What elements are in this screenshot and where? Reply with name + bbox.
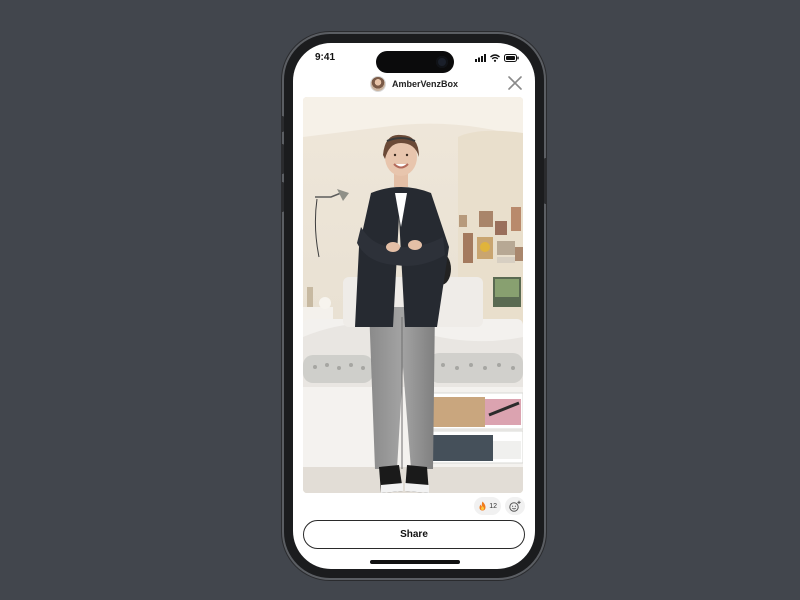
close-icon: [508, 76, 522, 90]
phone-screen: 9:41 AmberVenzBox 12 Share: [293, 43, 535, 569]
phone-frame: 9:41 AmberVenzBox 12 Share: [281, 34, 547, 578]
fire-icon: [479, 501, 486, 511]
avatar[interactable]: [369, 76, 386, 92]
wifi-icon: [490, 54, 500, 62]
add-emoji-icon: [509, 500, 521, 512]
signal-icon: [475, 54, 486, 62]
post-header: AmberVenzBox: [293, 73, 535, 95]
dynamic-island: [376, 51, 454, 73]
close-button[interactable]: [507, 75, 523, 91]
outfit-photo-image: [303, 97, 523, 493]
camera-icon: [436, 56, 448, 68]
action-button: [281, 116, 284, 132]
username[interactable]: AmberVenzBox: [392, 79, 458, 89]
add-reaction-button[interactable]: [505, 497, 525, 515]
home-indicator[interactable]: [370, 560, 460, 564]
reaction-row: 12: [474, 497, 525, 515]
power-button: [544, 158, 547, 204]
battery-icon: [504, 54, 519, 62]
volume-up-button: [281, 144, 284, 174]
status-time: 9:41: [315, 52, 336, 63]
volume-down-button: [281, 182, 284, 212]
share-button[interactable]: Share: [303, 520, 525, 549]
status-icons: [475, 54, 519, 62]
outfit-photo[interactable]: [303, 97, 523, 493]
fire-reaction-count: 12: [489, 502, 497, 510]
fire-reaction-button[interactable]: 12: [474, 497, 501, 515]
